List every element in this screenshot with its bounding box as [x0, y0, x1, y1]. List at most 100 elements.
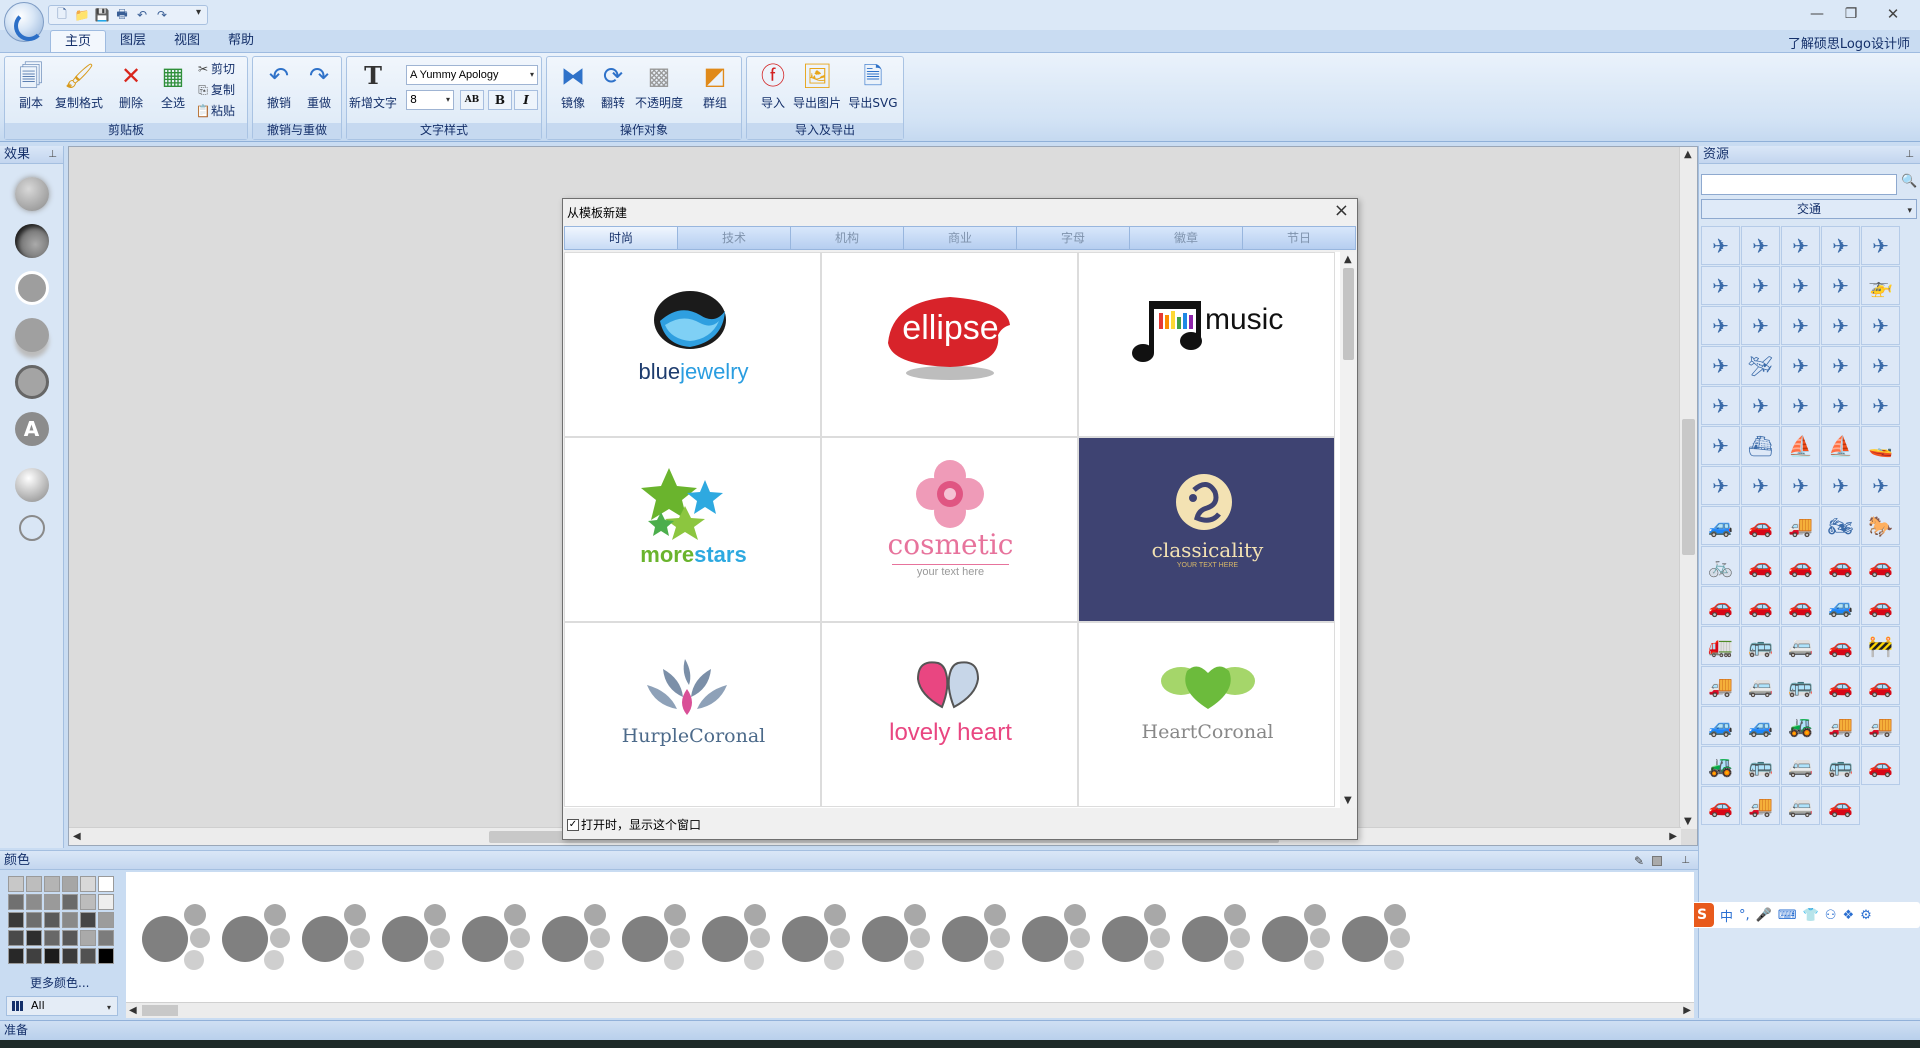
resource-item-icon[interactable]: ✈: [1741, 266, 1780, 305]
resource-item-icon[interactable]: 🚗: [1741, 586, 1780, 625]
dialog-vertical-scrollbar[interactable]: ▲ ▼: [1340, 252, 1356, 808]
resource-search-input[interactable]: [1701, 174, 1897, 195]
italic-button[interactable]: I: [514, 90, 538, 110]
text-effect-button[interactable]: AB: [460, 90, 484, 110]
resource-item-icon[interactable]: 🚙: [1701, 706, 1740, 745]
resource-item-icon[interactable]: 🚗: [1701, 586, 1740, 625]
resource-item-icon[interactable]: 🚗: [1781, 546, 1820, 585]
paste-button[interactable]: 📋粘贴: [195, 101, 236, 121]
style-preview-item[interactable]: [462, 902, 542, 972]
resource-item-icon[interactable]: ✈: [1741, 306, 1780, 345]
style-preview-item[interactable]: [302, 902, 382, 972]
resource-item-icon[interactable]: 🚗: [1821, 786, 1860, 825]
color-swatch[interactable]: [62, 948, 78, 964]
style-preview-item[interactable]: [942, 902, 1022, 972]
undo-icon[interactable]: ↶: [133, 7, 151, 23]
style-preview-item[interactable]: [222, 902, 302, 972]
resource-item-icon[interactable]: 🚗: [1861, 746, 1900, 785]
template-music[interactable]: music: [1078, 252, 1335, 437]
style-preview-item[interactable]: [1262, 902, 1342, 972]
copy-button[interactable]: ⎘ 复制: [195, 80, 235, 100]
print-icon[interactable]: 🖶: [113, 7, 131, 23]
resource-item-icon[interactable]: 🚁: [1861, 266, 1900, 305]
color-swatch[interactable]: [44, 894, 60, 910]
template-heartcoronal[interactable]: HeartCoronal: [1078, 622, 1335, 807]
template-morestars[interactable]: morestars: [564, 437, 821, 622]
resource-item-icon[interactable]: ✈: [1781, 306, 1820, 345]
app-menu-button[interactable]: [4, 2, 44, 42]
resource-item-icon[interactable]: ✈: [1821, 466, 1860, 505]
style-preview-item[interactable]: [862, 902, 942, 972]
resource-item-icon[interactable]: ✈: [1701, 346, 1740, 385]
ime-chinese-mode[interactable]: 中: [1720, 906, 1733, 925]
resource-category-select[interactable]: 交通 ▾: [1701, 199, 1917, 219]
resource-item-icon[interactable]: 🚗: [1701, 786, 1740, 825]
color-swatch[interactable]: [80, 948, 96, 964]
scroll-left-icon[interactable]: ◀: [73, 831, 81, 842]
scroll-thumb[interactable]: [142, 1005, 178, 1016]
resource-item-icon[interactable]: 🚚: [1861, 706, 1900, 745]
resource-item-icon[interactable]: 🚗: [1781, 586, 1820, 625]
resource-item-icon[interactable]: ✈: [1861, 306, 1900, 345]
resource-item-icon[interactable]: 🚲: [1701, 546, 1740, 585]
resource-item-icon[interactable]: 🚜: [1701, 746, 1740, 785]
tab-help[interactable]: 帮助: [214, 30, 268, 52]
resource-item-icon[interactable]: ✈: [1821, 386, 1860, 425]
resource-item-icon[interactable]: 🚐: [1741, 666, 1780, 705]
template-lovelyheart[interactable]: lovely heart: [821, 622, 1078, 807]
flip-button[interactable]: ⟳ 翻转: [587, 61, 639, 117]
more-colors-link[interactable]: 更多颜色...: [30, 974, 89, 991]
style-preview-item[interactable]: [1342, 902, 1422, 972]
resource-item-icon[interactable]: ✈: [1821, 226, 1860, 265]
close-button[interactable]: ✕: [1878, 4, 1908, 24]
resource-item-icon[interactable]: ✈: [1861, 386, 1900, 425]
color-swatch[interactable]: [62, 876, 78, 892]
open-icon[interactable]: 📁: [73, 7, 91, 23]
color-swatch[interactable]: [44, 876, 60, 892]
color-swatch[interactable]: [26, 876, 42, 892]
resource-item-icon[interactable]: 🛩: [1741, 346, 1780, 385]
resource-item-icon[interactable]: 🚙: [1741, 706, 1780, 745]
resource-item-icon[interactable]: ⛵: [1781, 426, 1820, 465]
resource-item-icon[interactable]: 🚙: [1701, 506, 1740, 545]
effect-text-icon[interactable]: A: [14, 412, 49, 446]
resource-item-icon[interactable]: 🚚: [1701, 666, 1740, 705]
resource-item-icon[interactable]: 🚜: [1781, 706, 1820, 745]
tab-organization[interactable]: 机构: [791, 227, 904, 249]
scroll-right-icon[interactable]: ▶: [1683, 1005, 1691, 1016]
ime-tools-icon[interactable]: ❖: [1842, 908, 1854, 923]
restore-button[interactable]: ❐: [1836, 4, 1866, 24]
resource-item-icon[interactable]: ✈: [1861, 466, 1900, 505]
scroll-up-icon[interactable]: ▲: [1684, 149, 1692, 160]
color-swatch[interactable]: [62, 912, 78, 928]
color-swatch[interactable]: [8, 912, 24, 928]
resource-item-icon[interactable]: 🚌: [1741, 746, 1780, 785]
resource-item-icon[interactable]: ✈: [1781, 226, 1820, 265]
resource-item-icon[interactable]: ✈: [1701, 426, 1740, 465]
resource-item-icon[interactable]: 🚚: [1741, 786, 1780, 825]
tab-holidays[interactable]: 节日: [1243, 227, 1355, 249]
tab-tech[interactable]: 技术: [678, 227, 791, 249]
color-swatch[interactable]: [8, 876, 24, 892]
opacity-button[interactable]: ▩ 不透明度: [633, 61, 685, 117]
resource-item-icon[interactable]: ✈: [1821, 306, 1860, 345]
new-text-button[interactable]: T 新增文字: [347, 61, 399, 117]
tab-view[interactable]: 视图: [160, 30, 214, 52]
color-swatch[interactable]: [26, 912, 42, 928]
eyedropper-icon[interactable]: ✎: [1634, 851, 1644, 871]
color-box-icon[interactable]: [1652, 856, 1662, 866]
resource-item-icon[interactable]: 🚤: [1861, 426, 1900, 465]
color-swatch[interactable]: [98, 876, 114, 892]
resource-item-icon[interactable]: 🚐: [1781, 786, 1820, 825]
resource-item-icon[interactable]: ✈: [1741, 226, 1780, 265]
resource-item-icon[interactable]: ✈: [1821, 266, 1860, 305]
style-preview-item[interactable]: [142, 902, 222, 972]
resource-item-icon[interactable]: 🚗: [1821, 546, 1860, 585]
color-swatch[interactable]: [62, 894, 78, 910]
resource-item-icon[interactable]: 🚚: [1781, 506, 1820, 545]
redo-button[interactable]: ↷ 重做: [293, 61, 345, 117]
style-preview-item[interactable]: [1022, 902, 1102, 972]
resource-item-icon[interactable]: ✈: [1861, 226, 1900, 265]
show-on-open-option[interactable]: ✓ 打开时，显示这个窗口: [567, 816, 701, 833]
color-swatch[interactable]: [44, 948, 60, 964]
